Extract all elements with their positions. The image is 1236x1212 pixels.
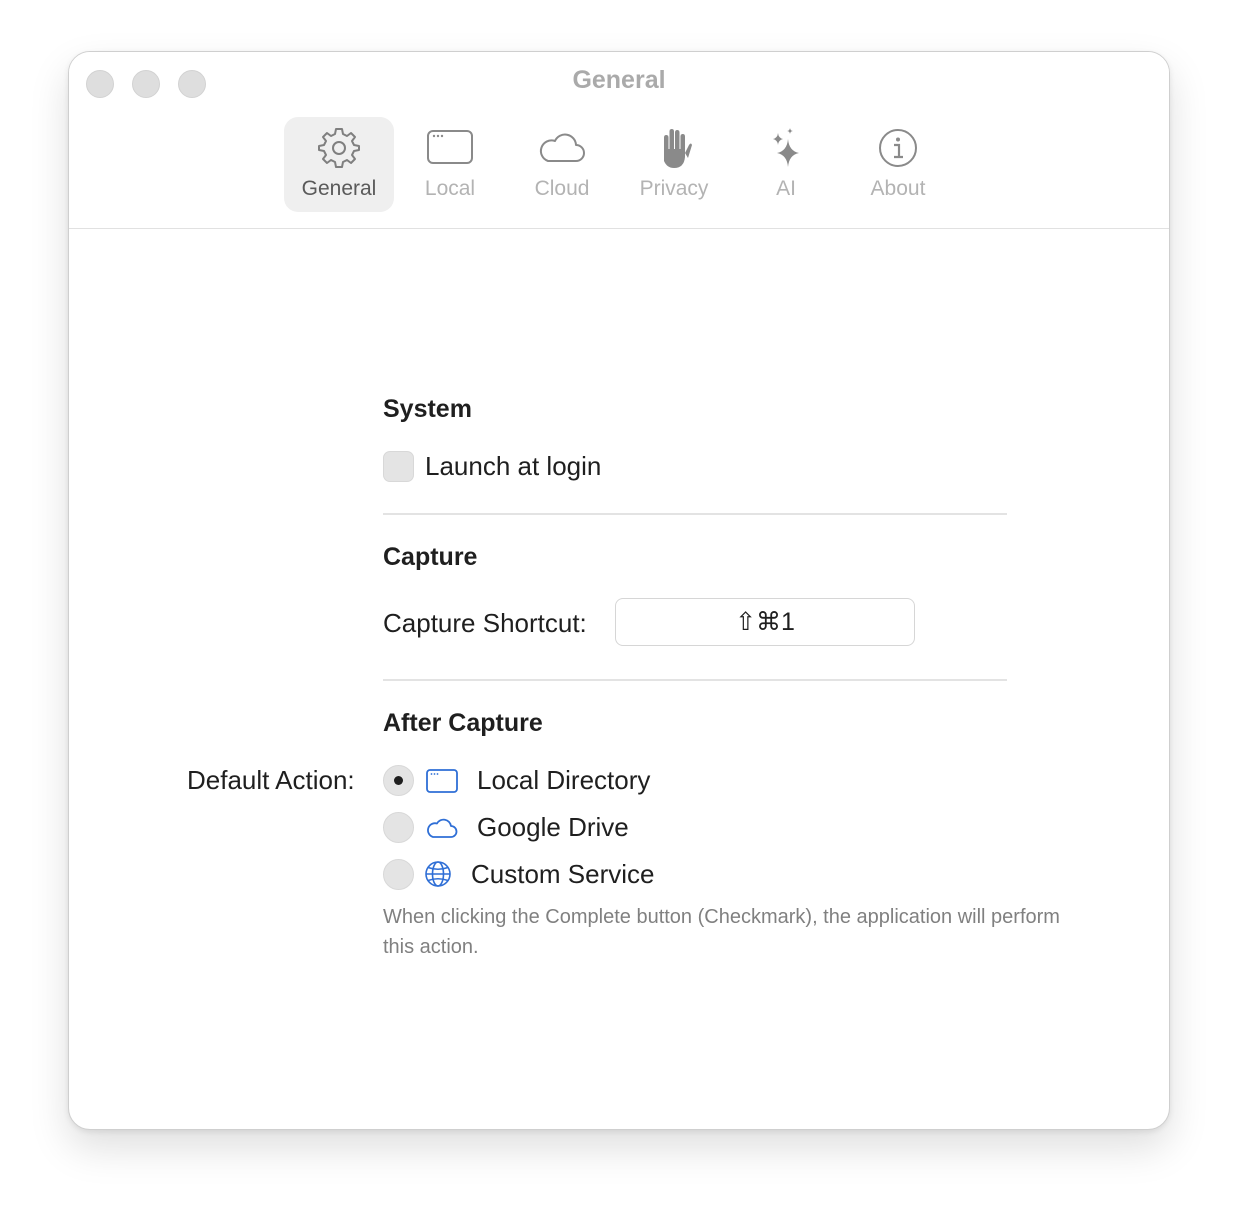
after-capture-section-title: After Capture bbox=[383, 709, 543, 737]
tab-local[interactable]: Local bbox=[395, 117, 505, 212]
option-custom-service-label[interactable]: Custom Service bbox=[471, 859, 655, 890]
tab-privacy-label: Privacy bbox=[639, 177, 709, 200]
tab-about-label: About bbox=[870, 177, 926, 200]
tab-local-label: Local bbox=[424, 177, 476, 200]
tab-privacy[interactable]: Privacy bbox=[619, 117, 729, 212]
settings-window: General General Local Cloud Privacy AI A… bbox=[68, 51, 1170, 1130]
window-title: General bbox=[572, 66, 666, 94]
gear-icon bbox=[313, 127, 365, 169]
window-icon bbox=[425, 767, 459, 795]
divider bbox=[383, 679, 1007, 681]
tab-cloud-label: Cloud bbox=[534, 177, 590, 200]
cloud-icon bbox=[536, 127, 588, 169]
globe-icon bbox=[423, 860, 453, 888]
default-action-help-text: When clicking the Complete button (Check… bbox=[383, 906, 1060, 958]
hand-raised-icon bbox=[648, 127, 700, 169]
tab-general[interactable]: General bbox=[284, 117, 394, 212]
tab-ai-label: AI bbox=[776, 177, 796, 200]
info-circle-icon bbox=[872, 127, 924, 169]
default-action-label: Default Action: bbox=[187, 765, 355, 795]
capture-shortcut-label: Capture Shortcut: bbox=[383, 608, 587, 638]
sparkles-icon bbox=[760, 127, 812, 169]
launch-at-login-label[interactable]: Launch at login bbox=[425, 451, 601, 482]
title-bar: General General Local Cloud Privacy AI A… bbox=[69, 52, 1169, 229]
radio-local-directory[interactable] bbox=[383, 765, 414, 796]
radio-google-drive[interactable] bbox=[383, 812, 414, 843]
capture-section-title: Capture bbox=[383, 543, 478, 571]
tab-about[interactable]: About bbox=[843, 117, 953, 212]
system-section-title: System bbox=[383, 395, 472, 423]
divider bbox=[383, 513, 1007, 515]
tab-general-label: General bbox=[301, 177, 377, 200]
launch-at-login-checkbox[interactable] bbox=[383, 451, 414, 482]
window-icon bbox=[424, 127, 476, 169]
tab-cloud[interactable]: Cloud bbox=[507, 117, 617, 212]
radio-selected-dot bbox=[394, 776, 403, 785]
option-google-drive-label[interactable]: Google Drive bbox=[477, 812, 629, 843]
cloud-icon bbox=[425, 814, 459, 842]
tab-ai[interactable]: AI bbox=[731, 117, 841, 212]
option-local-directory-label[interactable]: Local Directory bbox=[477, 765, 650, 796]
capture-shortcut-recorder[interactable]: ⇧⌘1 bbox=[615, 598, 915, 646]
radio-custom-service[interactable] bbox=[383, 859, 414, 890]
